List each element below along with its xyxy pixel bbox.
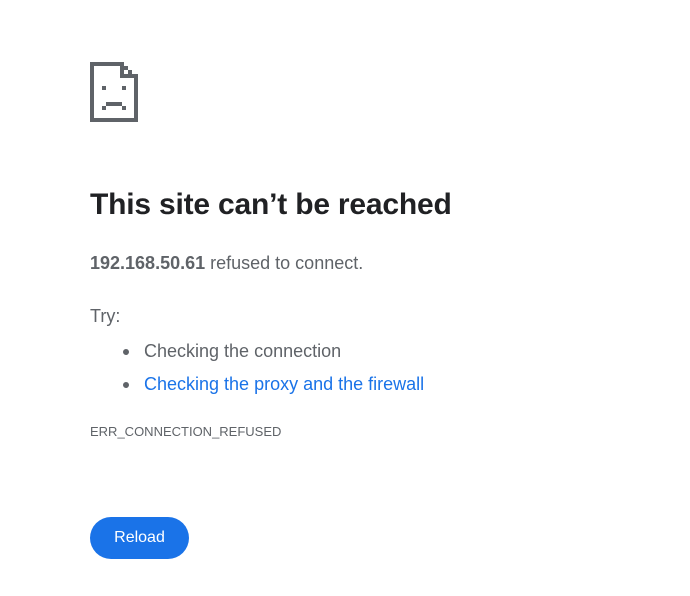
- proxy-firewall-link[interactable]: Checking the proxy and the firewall: [144, 374, 424, 394]
- bullet-icon: [123, 382, 129, 388]
- error-summary: 192.168.50.61 refused to connect.: [90, 250, 363, 276]
- sad-document-icon: [90, 62, 138, 122]
- page-title: This site can’t be reached: [90, 188, 452, 221]
- summary-text: refused to connect.: [205, 253, 364, 273]
- suggestions-list: Checking the connection Checking the pro…: [90, 335, 424, 401]
- suggestion-item-proxy-firewall: Checking the proxy and the firewall: [123, 368, 424, 401]
- suggestion-label: Checking the connection: [144, 341, 342, 361]
- error-code: ERR_CONNECTION_REFUSED: [90, 424, 282, 439]
- bullet-icon: [123, 349, 129, 355]
- host-address: 192.168.50.61: [90, 253, 206, 273]
- try-label: Try:: [90, 306, 121, 326]
- main-content: This site can’t be reached 192.168.50.61…: [90, 62, 650, 559]
- reload-button[interactable]: Reload: [90, 517, 189, 559]
- suggestion-item-connection: Checking the connection: [123, 335, 424, 368]
